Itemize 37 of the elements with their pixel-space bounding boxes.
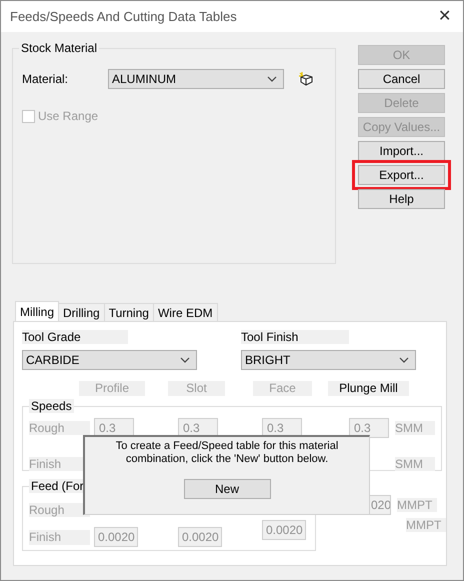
close-button[interactable]: ✕ (434, 8, 455, 24)
tab[interactable]: Turning (104, 303, 154, 321)
field-label: Tool Finish (241, 330, 349, 344)
notice-text: To create a Feed/Speed table for this material combination, click the 'New' button below. (114, 440, 340, 466)
window-title: Feeds/Speeds And Cutting Data Tables (10, 8, 237, 24)
dialog-button[interactable]: Cancel (358, 69, 445, 89)
field-label: Material: (21, 72, 70, 87)
dialog-button[interactable]: Export... (358, 165, 445, 185)
chevron-icon (267, 76, 277, 82)
dialog-button[interactable]: Import... (358, 141, 445, 161)
chevron-icon (399, 357, 409, 364)
chevron-icon (180, 357, 190, 364)
new-button[interactable]: New (184, 479, 270, 500)
checkbox-label: Use Range (38, 109, 98, 124)
material-dropdown[interactable]: ALUMINUM (108, 69, 284, 90)
tab[interactable]: Milling (15, 301, 60, 321)
field-label: Tool Grade (22, 330, 128, 344)
tab[interactable]: Wire EDM (152, 303, 218, 321)
row-label: Rough (29, 420, 90, 436)
dropdown[interactable]: BRIGHT (241, 350, 416, 370)
unit-label: SMM (395, 420, 435, 436)
row-label: Finish (29, 530, 90, 545)
cube-icon[interactable] (298, 72, 314, 86)
group-title: Feed (For (29, 478, 86, 494)
column-header: Profile (79, 381, 145, 396)
tab[interactable]: Drilling (58, 303, 105, 321)
unit-label: SMM (395, 456, 435, 472)
dropdown[interactable]: CARBIDE (22, 350, 197, 370)
unit-label: MMPT (397, 498, 437, 512)
unit-label: MMPT (406, 518, 446, 532)
column-header: Plunge Mill (328, 381, 409, 396)
column-header: Face (253, 381, 312, 396)
dialog-button[interactable]: Help (358, 189, 445, 209)
column-header: Slot (168, 381, 225, 396)
group-title: Stock Material (19, 41, 100, 56)
row-label: Rough (29, 502, 90, 518)
group-title: Speeds (29, 398, 74, 414)
